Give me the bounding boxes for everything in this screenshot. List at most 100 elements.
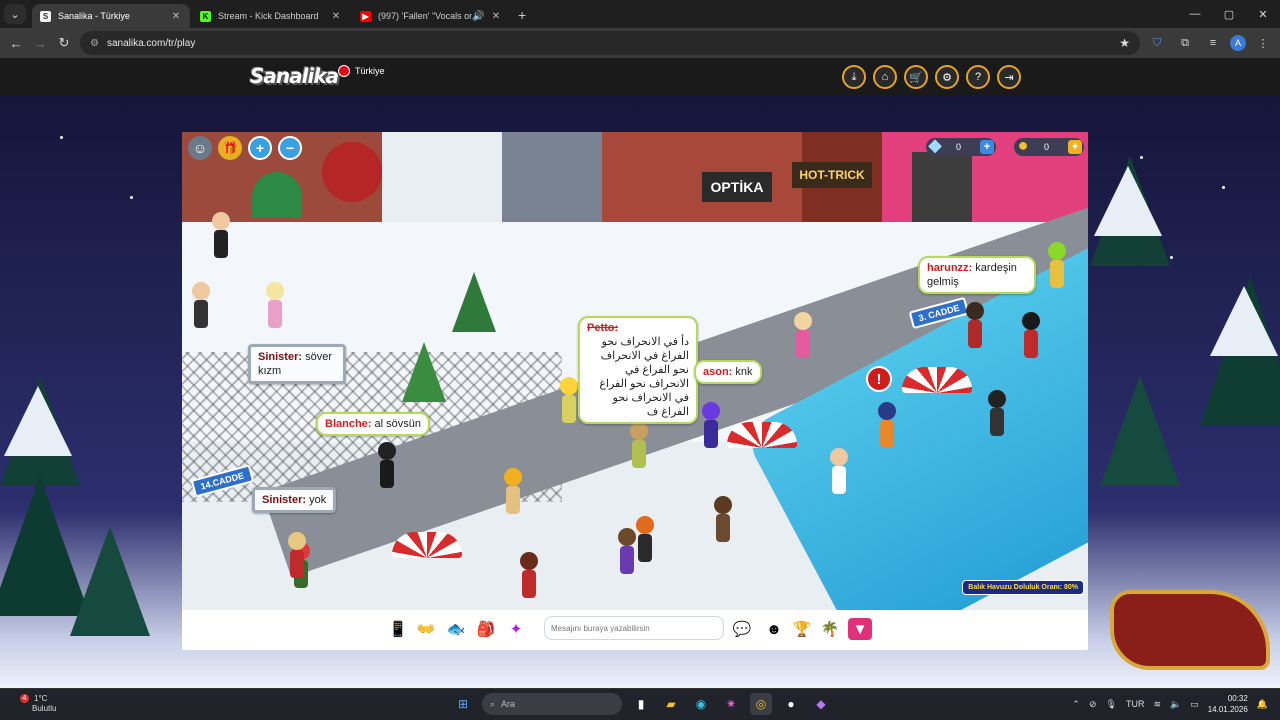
- chat-bubbles-icon[interactable]: 💬: [730, 618, 754, 640]
- game-viewport[interactable]: OPTİKA HOT-TRICK 14.CADDE 3. CADDE ☺ 🎁 +…: [182, 132, 1088, 650]
- player-avatar[interactable]: [702, 402, 720, 448]
- battery-icon[interactable]: ▭: [1190, 699, 1199, 710]
- player-avatar[interactable]: [878, 402, 896, 448]
- shield-icon[interactable]: ⛉: [1146, 32, 1168, 54]
- pet-icon[interactable]: ☻: [762, 618, 786, 640]
- diamond-icon: ◆: [928, 134, 942, 155]
- obs-icon[interactable]: ●: [780, 693, 802, 715]
- network-off-icon[interactable]: ⊘: [1089, 699, 1097, 710]
- phone-icon[interactable]: 📱: [386, 618, 410, 640]
- task-view-icon[interactable]: ▮: [630, 693, 652, 715]
- url-text: sanalika.com/tr/play: [106, 37, 196, 49]
- app-icon[interactable]: ◆: [810, 693, 832, 715]
- star-decoration: [60, 136, 63, 139]
- zoom-in-icon[interactable]: +: [248, 136, 272, 160]
- emote-icon[interactable]: 👐: [414, 618, 438, 640]
- chat-bubble-blanche: Blanche: al sövsün: [316, 412, 431, 436]
- new-tab-button[interactable]: +: [518, 7, 526, 23]
- player-avatar[interactable]: [560, 377, 578, 423]
- close-window-icon[interactable]: ✕: [1246, 0, 1280, 28]
- clock[interactable]: 00:32 14.01.2026: [1208, 693, 1248, 715]
- chevron-up-icon[interactable]: ⌃: [1072, 699, 1080, 710]
- language-indicator[interactable]: TUR: [1126, 699, 1145, 709]
- inventory-bag-icon[interactable]: 🎒: [474, 618, 498, 640]
- player-avatar[interactable]: [378, 442, 396, 488]
- maximize-icon[interactable]: ▢: [1212, 0, 1246, 28]
- close-icon[interactable]: ✕: [490, 11, 502, 22]
- microphone-icon[interactable]: 🎙: [1106, 699, 1117, 710]
- region-selector[interactable]: Türkiye: [338, 65, 385, 77]
- wifi-icon[interactable]: ≋: [1153, 699, 1161, 710]
- menu-icon[interactable]: ⋮: [1252, 32, 1274, 54]
- file-explorer-icon[interactable]: ▰: [660, 693, 682, 715]
- menu-triangle-icon[interactable]: ▼: [848, 618, 872, 640]
- browser-extensions: ⛉ ⧉ ≡ A ⋮: [1146, 32, 1274, 54]
- chat-input[interactable]: [544, 616, 724, 640]
- volume-icon[interactable]: 🔈: [1170, 699, 1181, 710]
- player-avatar[interactable]: [618, 528, 636, 574]
- add-diamonds-button[interactable]: +: [980, 140, 994, 154]
- site-info-icon[interactable]: ⚙: [90, 38, 99, 49]
- edge-icon[interactable]: ◉: [690, 693, 712, 715]
- player-avatar[interactable]: [830, 448, 848, 494]
- player-avatar[interactable]: [266, 282, 284, 328]
- player-avatar[interactable]: [636, 516, 654, 562]
- gear-icon[interactable]: ⚙: [935, 65, 959, 89]
- tab-search-button[interactable]: ⌄: [4, 4, 26, 24]
- bookmark-star-icon[interactable]: ★: [1119, 36, 1130, 50]
- help-icon[interactable]: ?: [966, 65, 990, 89]
- player-avatar[interactable]: [520, 552, 538, 598]
- player-avatar[interactable]: [630, 422, 648, 468]
- weather-widget[interactable]: 4 1°C Bulutlu: [18, 694, 56, 714]
- forward-icon[interactable]: →: [28, 36, 52, 51]
- action-icon[interactable]: ✦: [504, 618, 528, 640]
- logout-icon[interactable]: ⇥: [997, 65, 1021, 89]
- player-avatar[interactable]: [714, 496, 732, 542]
- alert-icon[interactable]: !: [866, 366, 892, 392]
- player-avatar[interactable]: [288, 532, 306, 578]
- chat-username: harunzz:: [927, 262, 973, 274]
- player-avatar[interactable]: [504, 468, 522, 514]
- back-icon[interactable]: ←: [4, 36, 28, 51]
- trophy-icon[interactable]: 🏆: [790, 618, 814, 640]
- tab-kick[interactable]: K Stream - Kick Dashboard ✕: [192, 4, 350, 28]
- add-gold-button[interactable]: +: [1068, 140, 1082, 154]
- gift-icon[interactable]: 🎁: [218, 136, 242, 160]
- player-avatar[interactable]: [1048, 242, 1066, 288]
- chat-bubble-sinister-2: Sinister: yok: [252, 487, 337, 513]
- notification-bell-icon[interactable]: 🔔: [1257, 699, 1268, 710]
- download-icon[interactable]: ⤓: [842, 65, 866, 89]
- player-avatar[interactable]: [794, 312, 812, 358]
- reload-icon[interactable]: ↻: [52, 35, 76, 51]
- address-bar[interactable]: ⚙ sanalika.com/tr/play ★: [80, 31, 1140, 55]
- start-icon[interactable]: ⊞: [452, 693, 474, 715]
- player-avatar[interactable]: [192, 282, 210, 328]
- fishing-pool-badge[interactable]: Balık Havuzu Doluluk Oranı: 80%: [962, 580, 1084, 595]
- home-icon[interactable]: ⌂: [873, 65, 897, 89]
- chrome-icon[interactable]: ◎: [750, 693, 772, 715]
- minimize-icon[interactable]: —: [1178, 0, 1212, 28]
- island-icon[interactable]: 🌴: [818, 618, 842, 640]
- player-avatar[interactable]: [1022, 312, 1040, 358]
- tab-youtube[interactable]: ▶ (997) 'Fallen' "Vocals only ( 🔊 ✕: [352, 4, 510, 28]
- tab-sanalika[interactable]: S Sanalika - Türkiye ✕: [32, 4, 190, 28]
- player-avatar[interactable]: [966, 302, 984, 348]
- zoom-out-icon[interactable]: −: [278, 136, 302, 160]
- profile-avatar[interactable]: A: [1230, 35, 1246, 51]
- player-avatar[interactable]: [988, 390, 1006, 436]
- profile-avatar-icon[interactable]: ☺: [188, 136, 212, 160]
- speaker-icon[interactable]: 🔊: [472, 11, 484, 22]
- tab-title: Stream - Kick Dashboard: [218, 11, 319, 21]
- region-label: Türkiye: [355, 66, 385, 76]
- close-icon[interactable]: ✕: [330, 11, 342, 22]
- media-icon[interactable]: ≡: [1202, 32, 1224, 54]
- close-icon[interactable]: ✕: [170, 11, 182, 22]
- taskbar-search[interactable]: ⌕ Ara: [482, 693, 622, 715]
- sanalika-logo[interactable]: Sanalika: [250, 64, 339, 88]
- extensions-icon[interactable]: ⧉: [1174, 32, 1196, 54]
- dance-icon[interactable]: 🐟: [444, 618, 468, 640]
- street-scene[interactable]: OPTİKA HOT-TRICK 14.CADDE 3. CADDE ☺ 🎁 +…: [182, 132, 1088, 610]
- copilot-icon[interactable]: ✷: [720, 693, 742, 715]
- player-avatar[interactable]: [212, 212, 230, 258]
- cart-icon[interactable]: 🛒: [904, 65, 928, 89]
